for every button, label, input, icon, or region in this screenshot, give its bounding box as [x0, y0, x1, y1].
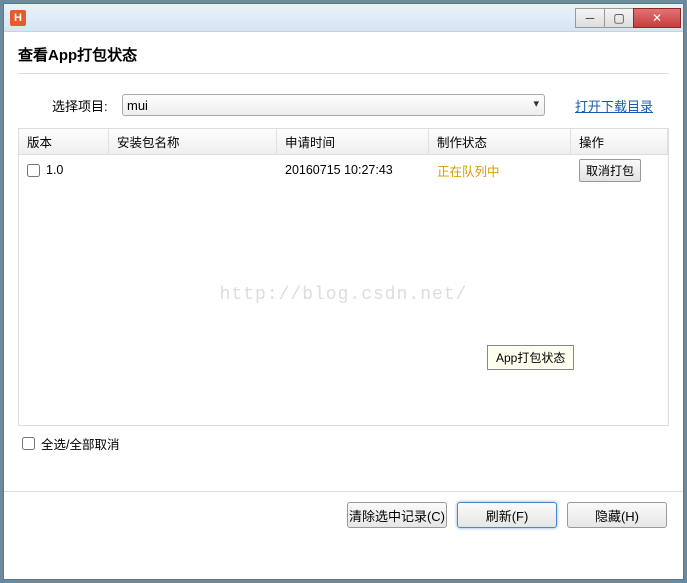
minimize-button[interactable]: ─	[575, 8, 605, 28]
footer: 清除选中记录(C) 刷新(F) 隐藏(H)	[4, 492, 683, 542]
th-version[interactable]: 版本	[19, 129, 109, 154]
open-download-dir-link[interactable]: 打开下载目录	[575, 96, 653, 115]
th-status[interactable]: 制作状态	[429, 129, 571, 154]
divider	[18, 73, 669, 74]
app-window: H ─ ▢ ✕ 查看App打包状态 选择项目: mui 打开下载目录 版本 安装…	[3, 3, 684, 580]
window-controls: ─ ▢ ✕	[576, 8, 681, 28]
cell-package-name	[109, 168, 277, 172]
th-operation[interactable]: 操作	[571, 129, 668, 154]
dialog-title: 查看App打包状态	[4, 32, 683, 73]
row-checkbox[interactable]	[27, 164, 40, 177]
tooltip: App打包状态	[487, 345, 574, 370]
table-header: 版本 安装包名称 申请时间 制作状态 操作	[19, 129, 668, 155]
project-select[interactable]: mui	[122, 94, 545, 116]
watermark: http://blog.csdn.net/	[220, 285, 468, 305]
cell-status: 正在队列中	[429, 159, 571, 182]
th-package-name[interactable]: 安装包名称	[109, 129, 277, 154]
close-button[interactable]: ✕	[633, 8, 681, 28]
refresh-button[interactable]: 刷新(F)	[457, 502, 557, 528]
project-row: 选择项目: mui 打开下载目录	[4, 94, 683, 128]
select-all-row: 全选/全部取消	[4, 426, 683, 459]
project-select-wrap: mui	[122, 94, 545, 116]
clear-selected-button[interactable]: 清除选中记录(C)	[347, 502, 447, 528]
maximize-button[interactable]: ▢	[604, 8, 634, 28]
cell-operation: 取消打包	[571, 157, 668, 184]
version-text: 1.0	[46, 163, 63, 177]
th-apply-time[interactable]: 申请时间	[277, 129, 429, 154]
project-label: 选择项目:	[52, 96, 112, 115]
hide-button[interactable]: 隐藏(H)	[567, 502, 667, 528]
table: 版本 安装包名称 申请时间 制作状态 操作 1.0 20160715 10:27…	[18, 128, 669, 426]
table-row[interactable]: 1.0 20160715 10:27:43 正在队列中 取消打包	[19, 155, 668, 185]
select-all-label: 全选/全部取消	[41, 434, 119, 453]
cell-apply-time: 20160715 10:27:43	[277, 161, 429, 179]
cell-version: 1.0	[19, 161, 109, 179]
select-all-checkbox[interactable]	[22, 437, 35, 450]
dialog-content: 查看App打包状态 选择项目: mui 打开下载目录 版本 安装包名称 申请时间…	[4, 32, 683, 579]
app-icon: H	[10, 10, 26, 26]
cancel-package-button[interactable]: 取消打包	[579, 159, 641, 182]
titlebar[interactable]: H ─ ▢ ✕	[4, 4, 683, 32]
table-body: 1.0 20160715 10:27:43 正在队列中 取消打包 http://…	[19, 155, 668, 425]
